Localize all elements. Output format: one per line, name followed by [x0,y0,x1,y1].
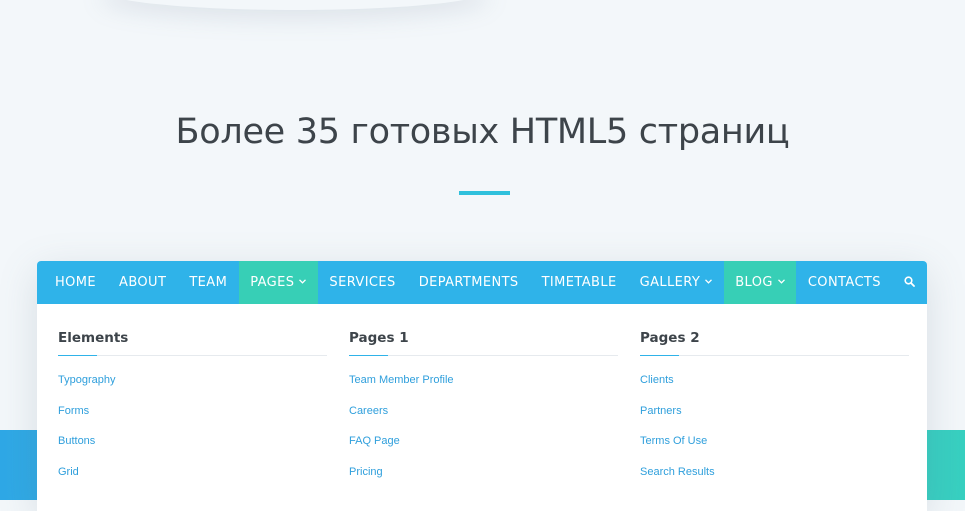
nav-team[interactable]: TEAM [178,261,239,304]
column-links: Team Member Profile Careers FAQ Page Pri… [349,374,454,496]
menu-link-terms-of-use[interactable]: Terms Of Use [640,435,715,466]
menu-link-careers[interactable]: Careers [349,405,454,436]
nav-contacts-label: CONTACTS [807,275,881,290]
search-button[interactable] [892,261,927,304]
nav-about-label: ABOUT [119,275,167,290]
chevron-down-icon [299,277,307,287]
column-accent-line [349,355,388,356]
column-divider [640,355,909,356]
menu-link-team-member-profile[interactable]: Team Member Profile [349,374,454,405]
menu-link-faq-page[interactable]: FAQ Page [349,435,454,466]
nav-home[interactable]: HOME [37,261,108,304]
title-underline [459,191,510,195]
nav-contacts[interactable]: CONTACTS [796,261,892,304]
column-accent-line [640,355,679,356]
column-heading: Elements [58,330,129,346]
decorative-card-shadow [100,0,490,10]
nav-blog-label: BLOG [735,275,773,290]
nav-services[interactable]: SERVICES [318,261,407,304]
column-divider [349,355,618,356]
menu-link-grid[interactable]: Grid [58,466,115,497]
nav-blog[interactable]: BLOG [723,261,797,304]
menu-preview-panel: HOME ABOUT TEAM PAGES SERVICES DEPARTMEN… [37,261,927,511]
nav-timetable[interactable]: TIMETABLE [530,261,628,304]
main-navbar: HOME ABOUT TEAM PAGES SERVICES DEPARTMEN… [37,261,927,304]
nav-home-label: HOME [55,275,97,290]
column-divider [58,355,327,356]
menu-link-search-results[interactable]: Search Results [640,466,715,497]
nav-team-label: TEAM [189,275,228,290]
nav-gallery[interactable]: GALLERY [628,261,724,304]
chevron-down-icon [777,277,785,287]
column-links: Clients Partners Terms Of Use Search Res… [640,374,715,496]
nav-about[interactable]: ABOUT [108,261,178,304]
nav-pages[interactable]: PAGES [238,261,318,304]
menu-link-typography[interactable]: Typography [58,374,115,405]
nav-services-label: SERVICES [329,275,396,290]
menu-link-buttons[interactable]: Buttons [58,435,115,466]
page-title: Более 35 готовых HTML5 страниц [175,112,790,152]
menu-link-forms[interactable]: Forms [58,405,115,436]
menu-link-partners[interactable]: Partners [640,405,715,436]
nav-gallery-label: GALLERY [639,275,701,290]
search-icon [904,274,916,292]
nav-departments[interactable]: DEPARTMENTS [407,261,530,304]
column-heading: Pages 2 [640,330,700,346]
nav-pages-label: PAGES [250,275,295,290]
column-heading: Pages 1 [349,330,409,346]
menu-link-clients[interactable]: Clients [640,374,715,405]
nav-timetable-label: TIMETABLE [541,275,617,290]
menu-link-pricing[interactable]: Pricing [349,466,454,497]
chevron-down-icon [705,277,713,287]
column-links: Typography Forms Buttons Grid [58,374,115,496]
nav-departments-label: DEPARTMENTS [418,275,519,290]
column-accent-line [58,355,97,356]
